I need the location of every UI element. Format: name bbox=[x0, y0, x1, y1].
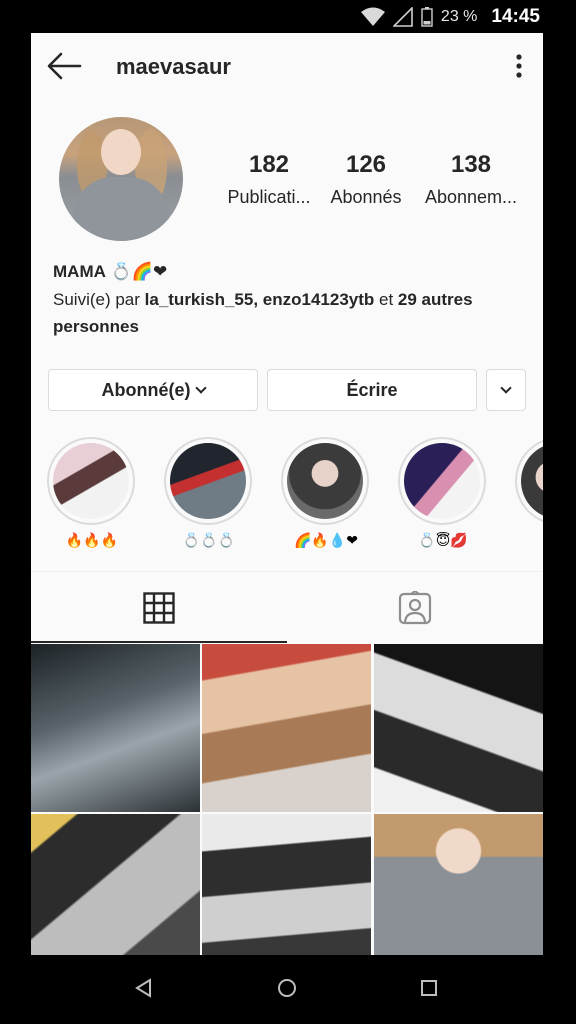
followed-by-prefix: Suivi(e) par bbox=[53, 290, 145, 309]
profile-bio: MAMA 💍🌈❤ Suivi(e) par la_turkish_55, enz… bbox=[53, 258, 523, 340]
more-options-icon[interactable] bbox=[515, 53, 523, 79]
following-button[interactable]: Abonné(e) bbox=[48, 369, 258, 411]
message-button-label: Écrire bbox=[346, 379, 398, 400]
profile-username: maevasaur bbox=[116, 54, 231, 79]
nav-recents-icon[interactable] bbox=[420, 979, 438, 997]
profile-avatar[interactable] bbox=[59, 117, 183, 241]
nav-home-icon[interactable] bbox=[277, 978, 297, 998]
bio-name-line: MAMA 💍🌈❤ bbox=[53, 258, 523, 286]
back-arrow-icon[interactable] bbox=[46, 51, 82, 81]
post-thumbnail[interactable] bbox=[202, 644, 371, 812]
highlight-item[interactable]: 💍😇💋 bbox=[398, 437, 488, 549]
profile-tabs bbox=[31, 571, 543, 643]
story-highlights: 🔥🔥🔥 💍💍💍 🌈🔥💧❤ 💍😇💋 bbox=[31, 437, 543, 557]
highlight-cover bbox=[404, 443, 480, 519]
battery-percent: 23 % bbox=[440, 7, 478, 25]
profile-actions: Abonné(e) Écrire bbox=[48, 369, 526, 411]
following-count: 138 bbox=[450, 151, 492, 178]
post-thumbnail[interactable] bbox=[374, 644, 543, 812]
follower-link-1[interactable]: la_turkish_55 bbox=[145, 290, 254, 309]
highlight-cover bbox=[53, 443, 129, 519]
active-tab-indicator bbox=[31, 641, 287, 643]
highlight-caption: 💍💍💍 bbox=[182, 533, 236, 549]
post-thumbnail[interactable] bbox=[202, 814, 371, 955]
message-button[interactable]: Écrire bbox=[267, 369, 477, 411]
post-thumbnail[interactable] bbox=[31, 814, 200, 955]
chevron-down-icon bbox=[500, 382, 512, 394]
post-grid bbox=[31, 644, 543, 955]
chevron-down-icon bbox=[194, 382, 207, 394]
nav-back-icon[interactable] bbox=[134, 978, 154, 998]
highlight-item[interactable]: 🔥🔥🔥 bbox=[47, 437, 137, 549]
status-icons: 23 % 14:45 bbox=[360, 0, 540, 33]
signal-icon bbox=[392, 6, 413, 27]
followed-by-separator: , bbox=[253, 290, 263, 309]
highlight-caption: 🔥🔥🔥 bbox=[65, 533, 119, 549]
highlight-cover bbox=[170, 443, 246, 519]
clock: 14:45 bbox=[491, 5, 540, 27]
highlight-cover bbox=[521, 443, 543, 519]
profile-name: MAMA bbox=[53, 262, 106, 281]
profile-screen: maevasaur 182 Publicati... 126 Abonnés 1… bbox=[31, 33, 543, 955]
wifi-icon bbox=[360, 7, 385, 26]
post-thumbnail[interactable] bbox=[31, 644, 200, 812]
tab-grid[interactable] bbox=[31, 572, 287, 644]
highlight-caption: 💍😇💋 bbox=[418, 533, 468, 549]
following-button-label: Abonné(e) bbox=[101, 379, 191, 400]
grid-icon bbox=[143, 592, 175, 624]
highlight-item[interactable] bbox=[515, 437, 543, 533]
post-thumbnail[interactable] bbox=[374, 814, 543, 955]
tagged-person-icon bbox=[398, 591, 432, 625]
highlight-item[interactable]: 💍💍💍 bbox=[164, 437, 254, 549]
profile-header: maevasaur bbox=[31, 33, 543, 101]
highlight-caption: 🌈🔥💧❤ bbox=[293, 533, 359, 549]
followers-count: 126 bbox=[345, 151, 387, 178]
tab-tagged[interactable] bbox=[287, 572, 543, 644]
stat-followers[interactable]: 126 Abonnés bbox=[306, 151, 426, 208]
profile-name-emoji: 💍🌈❤ bbox=[110, 262, 168, 282]
highlight-item[interactable]: 🌈🔥💧❤ bbox=[281, 437, 371, 549]
following-label: Abonnem... bbox=[424, 187, 518, 207]
status-bar: 23 % 14:45 bbox=[0, 0, 576, 33]
followers-label: Abonnés bbox=[330, 187, 402, 207]
followed-by[interactable]: Suivi(e) par la_turkish_55, enzo14123ytb… bbox=[53, 286, 523, 340]
highlight-cover bbox=[287, 443, 363, 519]
stat-following[interactable]: 138 Abonnem... bbox=[411, 151, 531, 208]
battery-icon bbox=[421, 6, 433, 27]
followed-by-and: et bbox=[374, 290, 398, 309]
suggested-accounts-button[interactable] bbox=[486, 369, 526, 411]
follower-link-2[interactable]: enzo14123ytb bbox=[263, 290, 375, 309]
